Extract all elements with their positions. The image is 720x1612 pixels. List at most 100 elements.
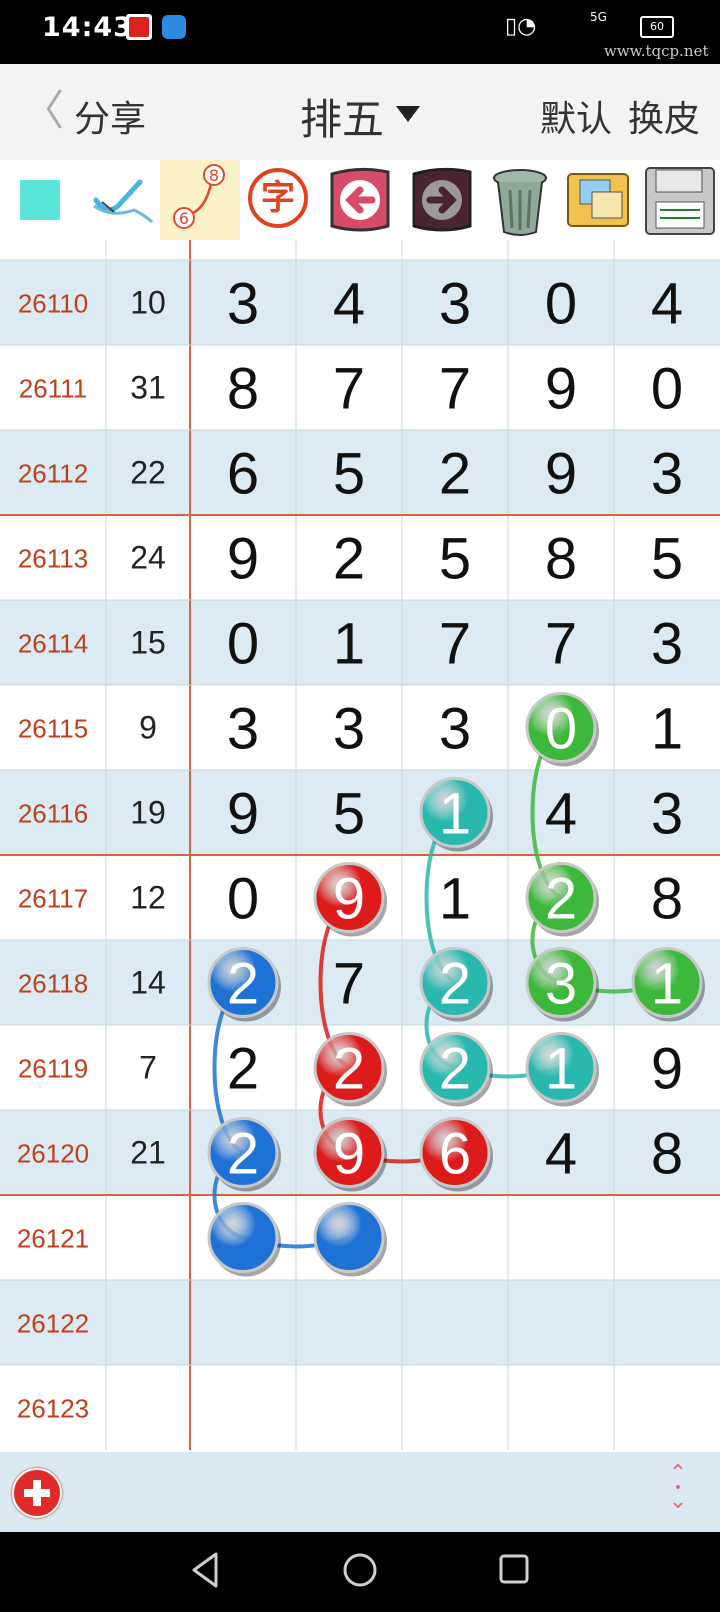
digit-cell: 9 xyxy=(227,782,259,847)
issue-number: 26116 xyxy=(18,799,88,829)
connect-label-top: 8 xyxy=(209,166,219,185)
table-row-partial xyxy=(0,240,720,260)
character-icon: 字 xyxy=(248,168,308,228)
character-tool[interactable]: 字 xyxy=(244,160,316,240)
sum-value: 9 xyxy=(139,710,157,746)
digit-cell: 3 xyxy=(651,782,683,847)
sum-value: 22 xyxy=(130,455,166,491)
issue-number: 26118 xyxy=(18,969,88,999)
digit-cell: 2 xyxy=(333,527,365,592)
digit-cell: 6 xyxy=(227,442,259,507)
drawing-toolbar: 8 6 字 xyxy=(0,160,720,240)
digit-cell: 0 xyxy=(545,697,577,762)
digit-cell: 7 xyxy=(439,612,471,677)
nav-back-icon[interactable] xyxy=(188,1548,224,1592)
status-bar: 14:43 ▯◔ 5G 60 www.tqcp.net xyxy=(0,0,720,64)
digit-cell: 9 xyxy=(651,1037,683,1102)
digit-cell: 2 xyxy=(333,1037,365,1102)
connect-line-icon: 8 6 xyxy=(173,164,225,229)
digit-cell: 4 xyxy=(545,1122,577,1187)
digit-cell: 1 xyxy=(651,697,683,762)
issue-number: 26111 xyxy=(19,374,87,404)
digit-cell: 1 xyxy=(333,612,365,677)
table-row xyxy=(0,1280,720,1365)
issue-number: 26119 xyxy=(18,1054,88,1084)
digit-cell: 6 xyxy=(439,1122,471,1187)
digit-cell: 3 xyxy=(545,952,577,1017)
digit-cell: 4 xyxy=(651,272,683,337)
sort-updown-icon[interactable]: ⌃ • ⌄ xyxy=(660,1463,696,1520)
digit-cell: 8 xyxy=(651,867,683,932)
digit-circle-blue xyxy=(313,1202,385,1273)
eraser-tool[interactable] xyxy=(82,160,154,240)
connect-line-tool[interactable]: 8 6 xyxy=(160,160,240,240)
save-tool[interactable] xyxy=(642,160,715,240)
digit-cell: 0 xyxy=(227,867,259,932)
digit-cell: 5 xyxy=(439,527,471,592)
chevron-left-icon[interactable]: 〈 xyxy=(22,86,64,136)
sum-value: 10 xyxy=(130,285,166,321)
digit-cell: 2 xyxy=(227,1122,259,1187)
color-square-tool[interactable] xyxy=(0,160,72,240)
digit-cell: 1 xyxy=(651,952,683,1017)
sum-value: 31 xyxy=(130,370,166,406)
trend-table[interactable]: 26110 10 3 4 3 0 4 26111 31 8 7 7 9 0 26112 22 6 5 2 9 3 2611… xyxy=(0,240,720,1452)
digit-cell: 3 xyxy=(227,697,259,762)
undo-tool[interactable] xyxy=(324,160,396,240)
issue-number: 26121 xyxy=(17,1224,89,1254)
page-title[interactable]: 排五 xyxy=(300,86,384,147)
digit-cell: 8 xyxy=(651,1122,683,1187)
digit-cell: 3 xyxy=(651,442,683,507)
eraser-brush-icon xyxy=(93,179,154,224)
issue-number: 26120 xyxy=(17,1139,89,1169)
add-circle-icon[interactable] xyxy=(12,1468,62,1518)
digit-cell: 0 xyxy=(545,272,577,337)
bottom-bar: ⌃ • ⌄ xyxy=(0,1452,720,1532)
digit-cell: 7 xyxy=(333,952,365,1017)
photos-tool[interactable] xyxy=(562,160,634,240)
digit-cell: 5 xyxy=(651,527,683,592)
digit-cell: 2 xyxy=(227,1037,259,1102)
digit-cell: 0 xyxy=(651,357,683,422)
nav-home-icon[interactable] xyxy=(338,1548,382,1592)
digit-cell: 3 xyxy=(227,272,259,337)
app-notification-icon xyxy=(126,14,152,40)
title-bar: 〈 分享 排五 默认 换皮 xyxy=(0,64,720,160)
trash-tool[interactable] xyxy=(484,160,556,240)
issue-number: 26122 xyxy=(17,1309,89,1339)
digit-cell: 2 xyxy=(439,1037,471,1102)
issue-number: 26113 xyxy=(18,544,88,574)
digit-cell: 3 xyxy=(439,272,471,337)
save-disk-icon xyxy=(645,167,715,235)
connect-label-bottom: 6 xyxy=(179,209,189,228)
issue-number: 26115 xyxy=(18,714,88,744)
digit-cell: 9 xyxy=(545,357,577,422)
color-square-icon xyxy=(20,180,60,220)
digit-cell: 7 xyxy=(333,357,365,422)
trend-grid[interactable]: 26110 10 3 4 3 0 426111 31 8 7 7 9 026112 22 6 5 2 9 32611… xyxy=(0,240,720,1452)
digit-cell: 7 xyxy=(439,357,471,422)
network-type: 5G xyxy=(590,10,607,24)
digit-cell: 3 xyxy=(651,612,683,677)
digit-cell: 2 xyxy=(439,952,471,1017)
default-button[interactable]: 默认 xyxy=(540,90,612,142)
nav-recents-icon[interactable] xyxy=(494,1548,534,1592)
dropdown-triangle-icon[interactable] xyxy=(396,106,420,122)
digit-cell: 3 xyxy=(333,697,365,762)
trash-can-icon xyxy=(493,169,547,236)
digit-cell: 4 xyxy=(545,782,577,847)
digit-cell: 2 xyxy=(439,442,471,507)
sum-value: 19 xyxy=(130,795,166,831)
digit-circle-blue xyxy=(207,1202,279,1273)
redo-tool[interactable] xyxy=(406,160,478,240)
digit-cell: 9 xyxy=(333,1122,365,1187)
share-button[interactable]: 分享 xyxy=(74,90,146,142)
digit-cell: 9 xyxy=(333,867,365,932)
change-skin-button[interactable]: 换皮 xyxy=(628,90,700,142)
digit-cell: 9 xyxy=(227,527,259,592)
undo-arrow-icon xyxy=(330,167,390,232)
digit-cell: 3 xyxy=(439,697,471,762)
digit-cell: 0 xyxy=(227,612,259,677)
digit-cell: 9 xyxy=(545,442,577,507)
watermark-text: www.tqcp.net xyxy=(604,42,709,60)
